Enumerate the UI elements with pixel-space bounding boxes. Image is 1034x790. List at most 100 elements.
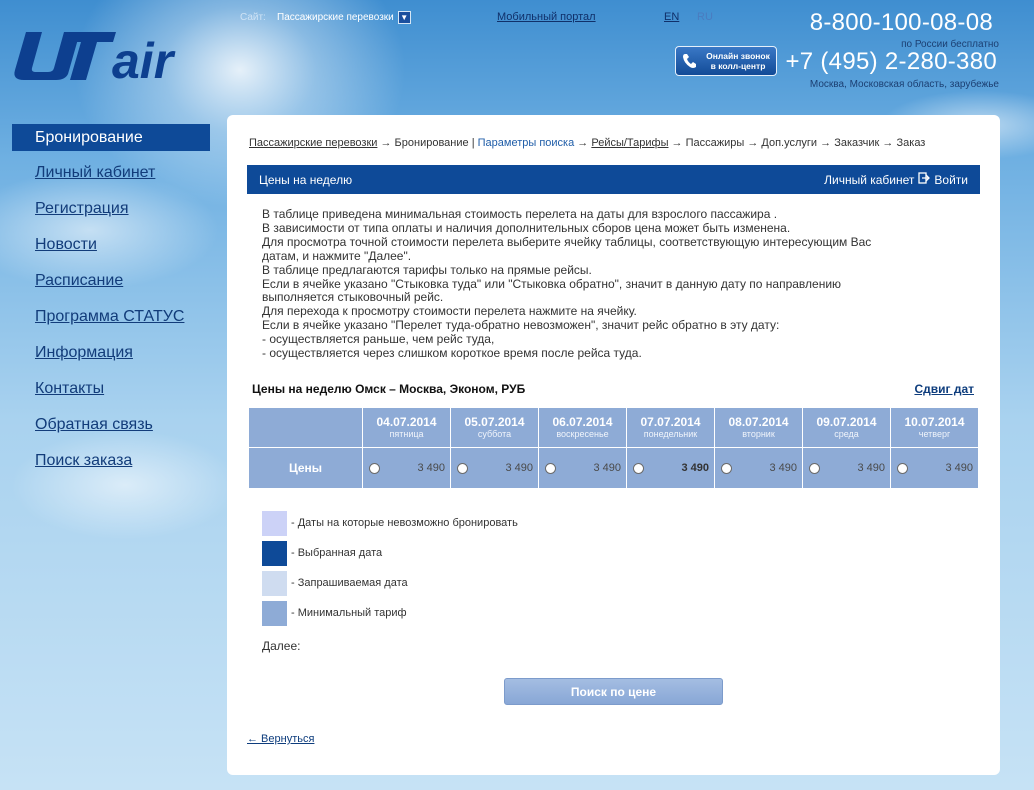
date-label: 08.07.2014	[728, 415, 789, 429]
price-radio[interactable]	[721, 462, 732, 474]
breadcrumb-booking: Бронирование	[394, 137, 469, 149]
breadcrumb-arrow: →	[879, 137, 897, 149]
info-text: В таблице приведена минимальная стоимост…	[262, 207, 987, 361]
sidebar-item-cabinet[interactable]: Личный кабинет	[12, 160, 210, 196]
breadcrumb-separator: |	[468, 137, 478, 149]
price-radio[interactable]	[633, 462, 644, 474]
info-line: В таблице предлагаются тарифы только на …	[262, 262, 592, 277]
phone-icon	[680, 51, 700, 71]
login-icon[interactable]	[918, 172, 931, 187]
mobile-portal-link[interactable]: Мобильный портал	[497, 11, 596, 23]
price-value: 3 490	[593, 462, 621, 474]
date-label: 09.07.2014	[816, 415, 877, 429]
date-label: 04.07.2014	[376, 415, 437, 429]
utair-logo[interactable]: air	[12, 28, 212, 89]
weekday-label: четверг	[918, 429, 951, 439]
phone-moscow: +7 (495) 2-280-380	[785, 48, 997, 75]
cabinet-link[interactable]: Личный кабинет	[824, 173, 914, 187]
lang-en-link[interactable]: EN	[664, 11, 679, 23]
title-bar-actions: Личный кабинет Войти	[824, 172, 968, 187]
price-table-title: Цены на неделю Омск – Москва, Эконом, РУ…	[252, 382, 526, 396]
price-radio[interactable]	[809, 462, 820, 474]
price-radio[interactable]	[457, 462, 468, 474]
sidebar-item-booking[interactable]: Бронирование	[12, 124, 210, 151]
price-row: Цены 3 490 3 490 3 490 3 490 3 490 3 490…	[248, 447, 979, 489]
next-label: Далее:	[262, 639, 301, 653]
sidebar-item-status-program[interactable]: Программа СТАТУС	[12, 304, 210, 340]
breadcrumb-passenger[interactable]: Пассажирские перевозки	[249, 137, 377, 149]
info-line: Если в ячейке указано "Перелет туда-обра…	[262, 318, 780, 333]
breadcrumb-arrow: →	[817, 137, 835, 149]
sidebar-item-order-search[interactable]: Поиск заказа	[12, 448, 210, 484]
weekday-label: вторник	[742, 429, 775, 439]
section-title: Цены на неделю	[259, 172, 353, 187]
breadcrumb-flights[interactable]: Рейсы/Тарифы	[591, 137, 668, 149]
date-header: 10.07.2014 четверг	[890, 407, 979, 448]
price-value: 3 490	[681, 462, 709, 474]
date-label: 05.07.2014	[464, 415, 525, 429]
price-cell[interactable]: 3 490	[362, 447, 451, 489]
date-header: 08.07.2014 вторник	[714, 407, 803, 448]
legend-item: - Даты на которые невозможно бронировать	[262, 508, 518, 538]
site-selector-value: Пассажирские перевозки	[277, 12, 394, 23]
weekday-label: воскресенье	[556, 429, 609, 439]
site-selector[interactable]: Пассажирские перевозки ▼	[277, 11, 411, 24]
price-value: 3 490	[769, 462, 797, 474]
section-title-bar: Цены на неделю Личный кабинет Войти	[247, 165, 980, 194]
sidebar-item-registration[interactable]: Регистрация	[12, 196, 210, 232]
breadcrumb-order: Заказ	[896, 137, 926, 149]
login-link[interactable]: Войти	[934, 173, 968, 187]
chevron-down-icon[interactable]: ▼	[397, 11, 411, 24]
price-value: 3 490	[505, 462, 533, 474]
price-radio[interactable]	[545, 462, 556, 474]
legend-label: - Запрашиваемая дата	[291, 577, 408, 589]
breadcrumb-arrow: →	[574, 137, 592, 149]
date-label: 06.07.2014	[552, 415, 613, 429]
legend: - Даты на которые невозможно бронировать…	[262, 508, 518, 628]
price-cell[interactable]: 3 490	[450, 447, 539, 489]
lang-ru-link[interactable]: RU	[697, 11, 713, 23]
sidebar-item-schedule[interactable]: Расписание	[12, 268, 210, 304]
breadcrumb-arrow: →	[668, 137, 686, 149]
weekday-label: понедельник	[643, 429, 698, 439]
price-cell[interactable]: 3 490	[802, 447, 891, 489]
sidebar-item-information[interactable]: Информация	[12, 340, 210, 376]
sidebar-item-news[interactable]: Новости	[12, 232, 210, 268]
price-cell[interactable]: 3 490	[538, 447, 627, 489]
phone-main: 8-800-100-08-08	[809, 9, 993, 36]
back-link[interactable]: ← Вернуться	[247, 733, 314, 745]
online-call-button[interactable]: Онлайн звонок в колл-центр	[675, 46, 777, 76]
legend-swatch	[262, 600, 287, 626]
shift-dates-link[interactable]: Сдвиг дат	[914, 382, 974, 396]
price-cell[interactable]: 3 490	[626, 447, 715, 489]
svg-text:air: air	[112, 33, 176, 84]
sidebar-item-feedback[interactable]: Обратная связь	[12, 412, 210, 448]
callcenter-line2: в колл-центр	[710, 61, 766, 71]
price-row-label: Цены	[248, 447, 363, 489]
info-line: В таблице приведена минимальная стоимост…	[262, 207, 778, 221]
legend-item: - Выбранная дата	[262, 538, 518, 568]
breadcrumb-search-params[interactable]: Параметры поиска	[478, 137, 575, 149]
legend-label: - Минимальный тариф	[291, 607, 407, 619]
info-line: Если в ячейке указано "Стыковка туда" ил…	[262, 276, 842, 291]
info-line: Для перехода к просмотру стоимости перел…	[262, 304, 637, 319]
weekday-label: среда	[834, 429, 859, 439]
price-table-header: 04.07.2014 пятница 05.07.2014 суббота 06.0…	[248, 407, 979, 448]
site-label: Сайт:	[240, 12, 266, 23]
phone-moscow-note: Москва, Московская область, зарубежье	[809, 79, 999, 90]
breadcrumb-customer: Заказчик	[834, 137, 880, 149]
breadcrumb-passengers: Пассажиры	[685, 137, 745, 149]
legend-item: - Минимальный тариф	[262, 598, 518, 628]
price-cell[interactable]: 3 490	[714, 447, 803, 489]
price-cell[interactable]: 3 490	[890, 447, 979, 489]
info-line: датам, и нажмите "Далее".	[262, 248, 412, 263]
price-table: 04.07.2014 пятница 05.07.2014 суббота 06.0…	[248, 407, 979, 489]
info-line: - осуществляется раньше, чем рейс туда,	[262, 332, 495, 347]
price-radio[interactable]	[897, 462, 908, 474]
main-panel: Пассажирские перевозки → Бронирование | …	[227, 115, 1000, 775]
date-header: 09.07.2014 среда	[802, 407, 891, 448]
sidebar-item-contacts[interactable]: Контакты	[12, 376, 210, 412]
price-radio[interactable]	[369, 462, 380, 474]
search-by-price-button[interactable]: Поиск по цене	[504, 678, 723, 705]
date-header: 04.07.2014 пятница	[362, 407, 451, 448]
